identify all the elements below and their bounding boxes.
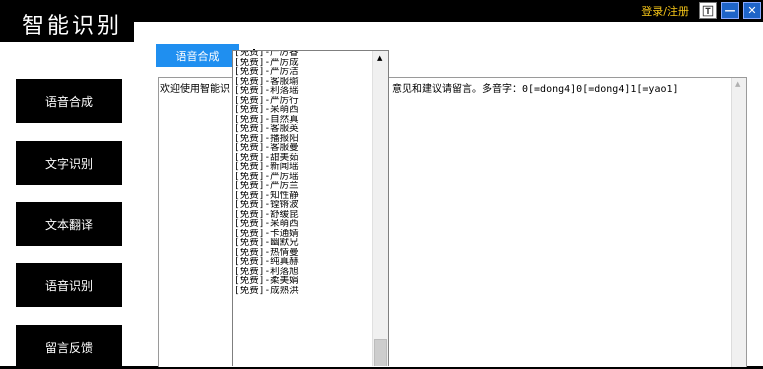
scrollbar-thumb[interactable] xyxy=(374,339,387,366)
scroll-up-icon[interactable]: ▲ xyxy=(377,54,382,62)
scroll-up-icon[interactable]: ▲ xyxy=(735,80,740,88)
voice-option[interactable]: [免费]-自然真 xyxy=(234,115,373,125)
voice-option[interactable]: [免费]-客服英 xyxy=(234,124,373,134)
voice-option[interactable]: [免费]-严厉洁 xyxy=(234,67,373,77)
voice-option[interactable]: [免费]-严厉成 xyxy=(234,58,373,68)
voice-option[interactable]: [免费]-成熟洪 xyxy=(234,286,373,296)
voice-option[interactable]: [免费]-甜美茹 xyxy=(234,153,373,163)
voice-option[interactable]: [免费]-柔美娟 xyxy=(234,276,373,286)
sidebar: 语音合成 文字识别 文本翻译 语音识别 留言反馈 xyxy=(0,42,134,369)
close-icon[interactable]: ✕ xyxy=(743,2,761,19)
nav-text-recognition-button[interactable]: 文字识别 xyxy=(16,141,122,185)
voice-option[interactable]: [免费]-客服瑜 xyxy=(234,77,373,87)
voice-option[interactable]: [免费]-严厉瑶 xyxy=(234,172,373,182)
voice-option[interactable]: [免费]-热情曼 xyxy=(234,248,373,258)
minimize-icon[interactable]: — xyxy=(721,2,739,19)
skin-icon[interactable]: 🅃 xyxy=(699,2,717,19)
voice-option[interactable]: [免费]-严厉睿 xyxy=(234,51,373,58)
voice-option[interactable]: [免费]-幽默兄 xyxy=(234,238,373,248)
main-panel: 语音合成 欢迎使用智能识 意见和建议请留言。多音字：0[=dong4]0[=do… xyxy=(134,42,763,367)
voice-option[interactable]: [免费]-呆萌西 xyxy=(234,219,373,229)
voice-dropdown-list[interactable]: [免费]-严厉睿 [免费]-严厉成 [免费]-严厉洁 [免费]-客服瑜 [免费]-利落瑶… xyxy=(232,50,389,366)
voice-options: [免费]-严厉睿 [免费]-严厉成 [免费]-严厉洁 [免费]-客服瑜 [免费]-利落瑶… xyxy=(234,51,373,296)
textarea-text-start: 欢迎使用智能识 xyxy=(160,84,230,95)
voice-option[interactable]: [免费]-新闻瑶 xyxy=(234,162,373,172)
window-controls: 登录/注册 🅃 — ✕ xyxy=(641,2,761,19)
voice-option[interactable]: [免费]-镗锵波 xyxy=(234,200,373,210)
voice-option[interactable]: [免费]-知性静 xyxy=(234,191,373,201)
voice-option[interactable]: [免费]-播报阳 xyxy=(234,134,373,144)
voice-option[interactable]: [免费]-卡通婧 xyxy=(234,229,373,239)
title-bar-strip xyxy=(134,22,763,42)
nav-text-translation-button[interactable]: 文本翻译 xyxy=(16,202,122,246)
voice-option[interactable]: [免费]-纯真赫 xyxy=(234,257,373,267)
dropdown-scrollbar[interactable]: ▲ xyxy=(372,51,388,366)
voice-option[interactable]: [免费]-严厉兰 xyxy=(234,181,373,191)
tab-speech-synthesis[interactable]: 语音合成 xyxy=(156,44,239,67)
voice-option[interactable]: [免费]-呆萌西 xyxy=(234,105,373,115)
voice-option[interactable]: [免费]-严厉行 xyxy=(234,96,373,106)
nav-feedback-button[interactable]: 留言反馈 xyxy=(16,325,122,369)
voice-option[interactable]: [免费]-利落瑶 xyxy=(234,86,373,96)
voice-option[interactable]: [免费]-舒缓昆 xyxy=(234,210,373,220)
nav-speech-synthesis-button[interactable]: 语音合成 xyxy=(16,79,122,123)
app-title: 智能识别 xyxy=(22,14,123,39)
login-register-link[interactable]: 登录/注册 xyxy=(641,3,689,19)
voice-option[interactable]: [免费]-客服曼 xyxy=(234,143,373,153)
textarea-scrollbar[interactable]: ▲ xyxy=(731,78,746,367)
textarea-text-end: 意见和建议请留言。多音字：0[=dong4]0[=dong4]1[=yao1] xyxy=(392,84,679,95)
voice-option[interactable]: [免费]-利落旭 xyxy=(234,267,373,277)
nav-speech-recognition-button[interactable]: 语音识别 xyxy=(16,263,122,307)
